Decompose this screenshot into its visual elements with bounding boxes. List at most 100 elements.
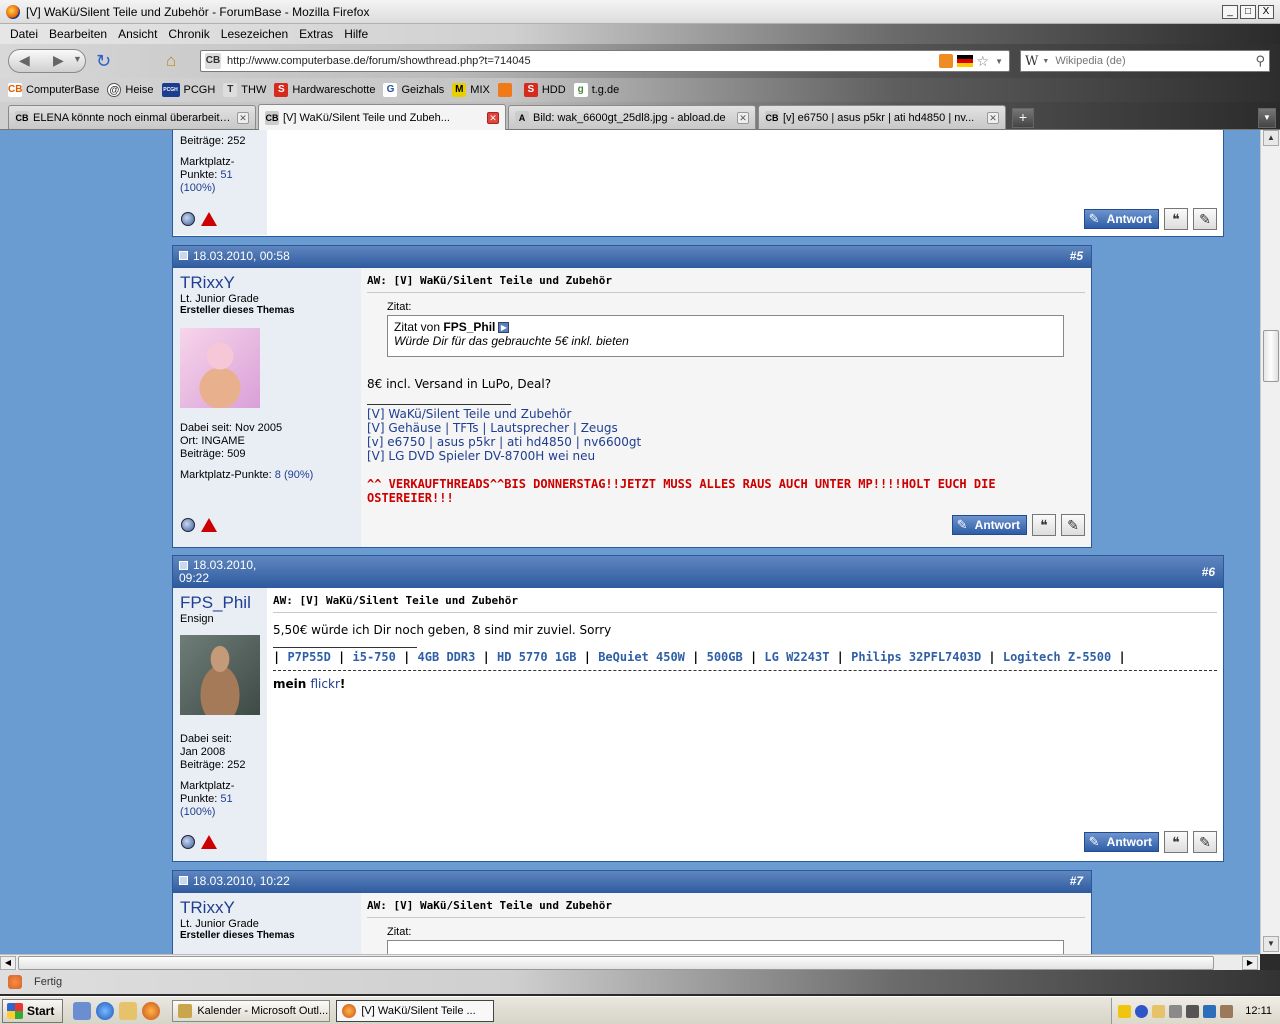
signature-link-2[interactable]: [V] Gehäuse | TFTs | Lautsprecher | Zeug…: [367, 421, 1085, 435]
post-number[interactable]: #6: [1202, 565, 1215, 579]
scroll-right-icon[interactable]: ▶: [1242, 956, 1258, 970]
tab-abload[interactable]: A Bild: wak_6600gt_25dl8.jpg - abload.de…: [508, 105, 756, 129]
reply-button[interactable]: Antwort: [1083, 832, 1159, 852]
bookmark-tgde[interactable]: g t.g.de: [573, 83, 619, 97]
forward-arrow-icon[interactable]: ▶: [53, 52, 64, 69]
outlook-tray-icon[interactable]: [1152, 1004, 1166, 1018]
back-arrow-icon[interactable]: ◀: [19, 52, 30, 69]
wikipedia-engine-icon[interactable]: W: [1025, 54, 1038, 69]
menu-extras[interactable]: Extras: [299, 27, 333, 41]
tab-list-button[interactable]: ▼: [1258, 108, 1276, 128]
quicklaunch-firefox-icon[interactable]: [142, 1001, 161, 1020]
avatar[interactable]: [180, 328, 260, 408]
quicklaunch-ie-icon[interactable]: [96, 1001, 115, 1020]
online-status-icon[interactable]: [181, 518, 195, 532]
tab-e6750[interactable]: CB [v] e6750 | asus p5kr | ati hd4850 | …: [758, 105, 1006, 129]
quote-icon[interactable]: ❝: [1164, 831, 1188, 853]
bookmark-hdd[interactable]: S HDD: [523, 83, 566, 97]
bookmark-hardwareschotte[interactable]: S Hardwareschotte: [274, 83, 375, 97]
german-flag-icon[interactable]: [956, 55, 973, 67]
bookmark-heise[interactable]: @ Heise: [107, 83, 154, 97]
reply-button[interactable]: Antwort: [1083, 209, 1159, 229]
addon-fox-icon[interactable]: [8, 975, 22, 989]
maximize-button[interactable]: □: [1240, 4, 1256, 19]
bookmark-mix[interactable]: M MIX: [452, 83, 490, 97]
username-link[interactable]: FPS_Phil: [180, 593, 260, 613]
report-warning-icon[interactable]: [201, 518, 217, 532]
bookmark-orange[interactable]: [497, 83, 516, 97]
scroll-left-icon[interactable]: ◀: [0, 956, 16, 970]
menu-ansicht[interactable]: Ansicht: [118, 27, 157, 41]
display-icon[interactable]: [1203, 1004, 1217, 1018]
username-link[interactable]: TRixxY: [180, 898, 354, 918]
new-tab-button[interactable]: +: [1012, 108, 1034, 128]
tab-close-icon[interactable]: ✕: [237, 111, 249, 124]
online-status-icon[interactable]: [181, 835, 195, 849]
bookmark-thw[interactable]: T THW: [223, 83, 266, 97]
menu-hilfe[interactable]: Hilfe: [344, 27, 368, 41]
points-link[interactable]: 51: [220, 793, 232, 805]
quote-icon[interactable]: ❝: [1032, 514, 1056, 536]
start-button[interactable]: Start: [2, 998, 64, 1023]
taskbar-item-firefox[interactable]: [V] WaKü/Silent Teile ...: [336, 999, 495, 1022]
multiquote-icon[interactable]: ✎: [1193, 831, 1217, 853]
report-warning-icon[interactable]: [201, 835, 217, 849]
post-number[interactable]: #7: [1070, 874, 1083, 888]
bookmark-star-icon[interactable]: ☆: [977, 53, 990, 70]
flickr-link[interactable]: flickr: [311, 130, 340, 132]
volume-icon[interactable]: [1186, 1004, 1200, 1018]
url-text[interactable]: http://www.computerbase.de/forum/showthr…: [227, 55, 939, 67]
tab-close-icon[interactable]: ✕: [487, 111, 499, 124]
device-icon[interactable]: [1169, 1004, 1183, 1018]
settings-tray-icon[interactable]: [1220, 1004, 1234, 1018]
quicklaunch-desktop-icon[interactable]: [73, 1001, 92, 1020]
history-dropdown-icon[interactable]: ▼: [73, 54, 82, 64]
post-number[interactable]: #5: [1070, 249, 1083, 263]
bookmark-geizhals[interactable]: G Geizhals: [383, 83, 444, 97]
engine-dropdown-icon[interactable]: ▼: [1042, 58, 1049, 65]
search-bar[interactable]: W ▼ ⚲: [1020, 50, 1270, 72]
scroll-up-icon[interactable]: ▲: [1263, 130, 1279, 146]
taskbar-item-outlook[interactable]: Kalender - Microsoft Outl...: [172, 999, 331, 1022]
bookmark-pcgh[interactable]: PCGH PCGH: [161, 83, 215, 97]
menu-bearbeiten[interactable]: Bearbeiten: [49, 27, 107, 41]
tab-elena[interactable]: CB ELENA könnte noch einmal überarbeitet…: [8, 105, 256, 129]
url-dropdown-icon[interactable]: ▼: [995, 57, 1003, 66]
username-link[interactable]: TRixxY: [180, 273, 354, 293]
scroll-down-icon[interactable]: ▼: [1263, 936, 1279, 952]
back-forward-button-group[interactable]: ◀ ▶ ▼: [8, 49, 86, 73]
signature-link-3[interactable]: [v] e6750 | asus p5kr | ati hd4850 | nv6…: [367, 435, 1085, 449]
multiquote-icon[interactable]: ✎: [1061, 514, 1085, 536]
menu-datei[interactable]: Datei: [10, 27, 38, 41]
vertical-scrollbar[interactable]: ▲ ▼: [1260, 130, 1280, 954]
tab-close-icon[interactable]: ✕: [987, 111, 999, 124]
reload-icon[interactable]: ↻: [96, 51, 111, 72]
menu-lesezeichen[interactable]: Lesezeichen: [221, 27, 288, 41]
tab-close-icon[interactable]: ✕: [737, 111, 749, 124]
signature-link-4[interactable]: [V] LG DVD Spieler DV-8700H wei neu: [367, 449, 1085, 463]
quote-icon[interactable]: ❝: [1164, 208, 1188, 230]
menu-chronik[interactable]: Chronik: [168, 27, 209, 41]
minimize-button[interactable]: _: [1222, 4, 1238, 19]
reply-button[interactable]: Antwort: [951, 515, 1027, 535]
bookmark-computerbase[interactable]: CB ComputerBase: [8, 83, 99, 97]
points-link[interactable]: 8 (90%): [275, 469, 314, 481]
online-status-icon[interactable]: [181, 212, 195, 226]
view-post-arrow-icon[interactable]: ▶: [498, 322, 510, 334]
horizontal-scrollbar[interactable]: ◀ ▶: [0, 954, 1260, 970]
home-icon[interactable]: ⌂: [166, 51, 176, 71]
quicklaunch-outlook-icon[interactable]: [119, 1001, 138, 1020]
rss-feed-icon[interactable]: [938, 54, 953, 68]
signature-link-1[interactable]: [V] WaKü/Silent Teile und Zubehör: [367, 407, 1085, 421]
search-input[interactable]: [1055, 55, 1256, 67]
flickr-link[interactable]: flickr: [311, 677, 340, 691]
avatar[interactable]: [180, 635, 260, 715]
url-bar[interactable]: CB http://www.computerbase.de/forum/show…: [200, 50, 1010, 72]
points-link[interactable]: 51: [220, 169, 232, 181]
search-icon[interactable]: ⚲: [1255, 53, 1265, 69]
report-warning-icon[interactable]: [201, 212, 217, 226]
tab-waku-silent[interactable]: CB [V] WaKü/Silent Teile und Zubeh... ✕: [258, 104, 506, 130]
close-button[interactable]: X: [1258, 4, 1274, 19]
multiquote-icon[interactable]: ✎: [1193, 208, 1217, 230]
scroll-thumb-horizontal[interactable]: [18, 956, 1214, 970]
